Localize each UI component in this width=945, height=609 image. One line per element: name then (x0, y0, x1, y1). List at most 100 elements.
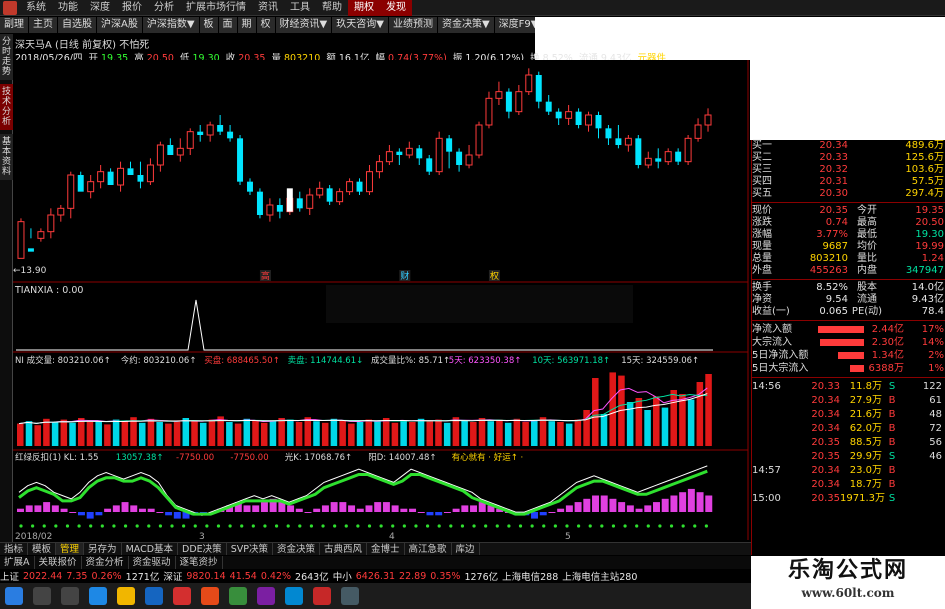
toolbar-button-4[interactable]: 沪深指数▼ (142, 16, 200, 33)
toolbar-button-9[interactable]: 财经资讯▼ (275, 16, 333, 33)
app-icon-7[interactable] (341, 587, 359, 605)
bottom-tab2-2[interactable]: 资金分析 (82, 556, 129, 569)
quote-value: 3.77% (816, 229, 848, 240)
mail-icon[interactable] (145, 587, 163, 605)
menu-item-8[interactable]: 帮助 (316, 0, 348, 16)
toolbar-button-0[interactable]: 副理 (0, 16, 29, 33)
bid-row[interactable]: 买二 20.33 125.6万 (752, 152, 945, 164)
flow-hist-bar (470, 505, 478, 512)
toolbar-button-3[interactable]: 沪深A股 (97, 16, 143, 33)
volume-bar (34, 425, 41, 446)
app-icon-2[interactable] (201, 587, 219, 605)
toolbar-button-11[interactable]: 业绩预测 (388, 16, 438, 33)
tick-volume: 1971.3万 (840, 493, 885, 504)
toolbar-button-8[interactable]: 权 (256, 16, 276, 33)
bottom-tab-9[interactable]: 金博士 (367, 543, 405, 555)
menu-item-1[interactable]: 功能 (52, 0, 84, 16)
bid-row[interactable]: 买一 20.34 489.6万 (752, 140, 945, 152)
fund-flow-bar (814, 323, 868, 336)
tick-price: 20.34 (811, 465, 840, 476)
bottom-tab-7[interactable]: 资金决策 (273, 543, 320, 555)
bottom-tab-1[interactable]: 模板 (28, 543, 57, 555)
volume-bar (705, 374, 712, 446)
toolbar-button-12[interactable]: 资金决策▼ (437, 16, 495, 33)
candle-body (247, 181, 253, 192)
tick-side: S (888, 451, 896, 462)
browser-icon[interactable] (89, 587, 107, 605)
index-item: 6426.31 (355, 570, 396, 582)
kline-chart-area[interactable]: 18.0017.0016.0015.0014.00←13.90高财权 TIANX… (13, 60, 750, 540)
bottom-tab2-3[interactable]: 资金驱动 (129, 556, 176, 569)
toolbar-button-10[interactable]: 玖天咨询▼ (332, 16, 389, 33)
bottom-tab-6[interactable]: SVP决策 (227, 543, 273, 555)
menu-item-10[interactable]: 发现 (380, 0, 412, 16)
bottom-tab2-4[interactable]: 逐笔资抄 (176, 556, 223, 569)
menu-item-7[interactable]: 工具 (284, 0, 316, 16)
windows-icon[interactable] (5, 587, 23, 605)
folder-icon[interactable] (117, 587, 135, 605)
menu-item-0[interactable]: 系统 (20, 0, 52, 16)
app-icon-3[interactable] (229, 587, 247, 605)
fund-flow-bar (814, 349, 868, 362)
volume-bar (348, 423, 355, 446)
toolbar-button-2[interactable]: 自选股 (58, 16, 97, 33)
candle-body (326, 188, 333, 202)
candle-body (446, 138, 453, 152)
volume-bar (644, 410, 651, 446)
tick-list: 14:56 20.33 11.8万 S 122 20.34 27.9万 B 61 20.34 21.… (752, 380, 945, 506)
bottom-tab-5[interactable]: DDE决策 (178, 543, 227, 555)
flow-dot (309, 524, 314, 528)
app-icon-6[interactable] (313, 587, 331, 605)
flow-hist-bar (313, 508, 321, 512)
bottom-tab2-1[interactable]: 关联报价 (35, 556, 82, 569)
index-item: 0.26% (91, 570, 122, 582)
flow-dot (600, 524, 604, 528)
flow-hist-bar (626, 505, 634, 512)
toolbar-button-6[interactable]: 面 (218, 16, 238, 33)
app-icon-5[interactable] (285, 587, 303, 605)
tick-row: 15:00 20.35 1971.3万 S (752, 492, 945, 506)
candle-body (515, 91, 523, 113)
flow-hist-bar (34, 505, 42, 512)
bottom-tab-11[interactable]: 库边 (452, 543, 480, 555)
bottom-tab-10[interactable]: 高江急歌 (405, 543, 452, 555)
flow-hist-bar (374, 502, 382, 512)
toolbar-button-7[interactable]: 期 (237, 16, 257, 33)
toolbar-button-1[interactable]: 主页 (29, 16, 58, 33)
bottom-tab2-0[interactable]: 扩展A (0, 556, 35, 569)
menu-item-6[interactable]: 资讯 (252, 0, 284, 16)
app-icon-1[interactable] (173, 587, 191, 605)
menu-item-9[interactable]: 期权 (348, 0, 380, 16)
quote-value: 455263 (809, 265, 848, 276)
menu-item-3[interactable]: 报价 (116, 0, 148, 16)
bottom-tab-0[interactable]: 指标 (0, 543, 29, 555)
tick-price: 20.35 (811, 451, 840, 462)
bid-row[interactable]: 买四 20.31 57.5万 (752, 176, 945, 188)
index-item: 1271亿 (125, 572, 160, 583)
menu-item-4[interactable]: 分析 (148, 0, 180, 16)
volume-bar (513, 418, 521, 446)
task-view-icon[interactable] (61, 587, 79, 605)
bottom-tab-2[interactable]: 管理 (56, 543, 85, 555)
left-tab-1[interactable]: 技术分析 (0, 84, 13, 130)
left-tab-0[interactable]: 分时走势 (0, 34, 13, 80)
tick-side: B (888, 423, 896, 434)
bid-row[interactable]: 买三 20.32 103.6万 (752, 164, 945, 176)
flow-dot (205, 524, 209, 528)
bottom-tab-8[interactable]: 古典西风 (320, 543, 367, 555)
menu-item-5[interactable]: 扩展市场行情 (180, 0, 252, 16)
bid-row[interactable]: 买五 20.30 297.4万 (752, 188, 945, 200)
flow-hist-bar (252, 505, 260, 512)
indicator-panel: TIANXIA : 0.00 (13, 281, 748, 351)
bottom-tab-3[interactable]: 另存为 (84, 543, 122, 555)
volume-legend-item: 买盘: 688465.50↑ (204, 355, 280, 366)
tick-side: S (888, 493, 896, 504)
flow-dot (611, 524, 616, 528)
app-icon-4[interactable] (257, 587, 275, 605)
bottom-tab-4[interactable]: MACD基本 (122, 543, 179, 555)
left-tab-2[interactable]: 基本资料 (0, 134, 13, 180)
indicator-label: TIANXIA : 0.00 (14, 285, 83, 296)
search-icon[interactable] (33, 587, 51, 605)
menu-item-2[interactable]: 深度 (84, 0, 116, 16)
toolbar-button-5[interactable]: 板 (199, 16, 219, 33)
